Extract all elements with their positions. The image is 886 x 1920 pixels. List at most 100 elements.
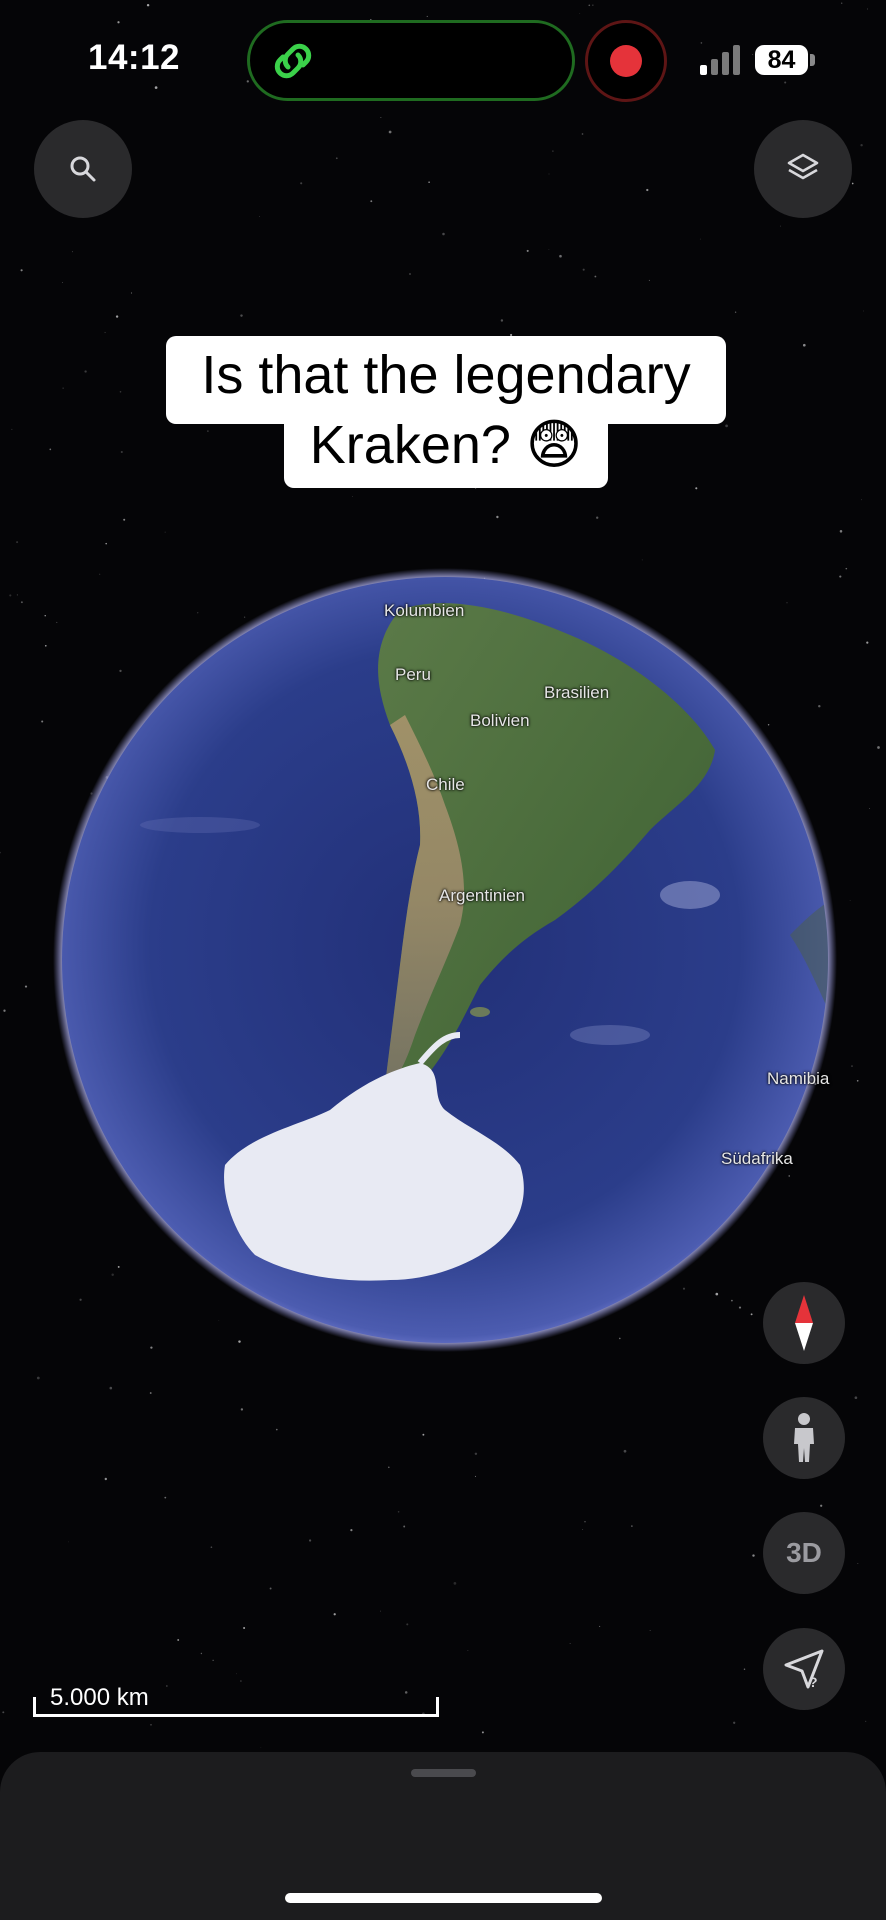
star	[500, 319, 504, 322]
star	[62, 282, 63, 283]
star	[380, 1610, 381, 1612]
star	[20, 601, 23, 604]
star	[866, 641, 869, 644]
search-icon	[70, 156, 96, 182]
star	[388, 130, 392, 134]
label-brasilien[interactable]: Brasilien	[544, 683, 609, 703]
star	[426, 15, 428, 17]
star	[596, 516, 599, 519]
compass-button[interactable]	[763, 1282, 845, 1364]
caption-line-2: Kraken? 😨	[284, 406, 608, 488]
star	[453, 1582, 457, 1585]
screen-recording-indicator[interactable]	[585, 20, 667, 102]
star	[380, 117, 382, 119]
label-chile[interactable]: Chile	[426, 775, 465, 795]
star	[109, 1386, 113, 1390]
star	[820, 1504, 823, 1507]
star	[646, 188, 649, 192]
layers-button[interactable]	[754, 120, 852, 218]
star	[428, 181, 430, 184]
star	[370, 200, 373, 203]
star	[388, 1466, 390, 1469]
star	[839, 530, 843, 533]
star	[9, 594, 12, 597]
sheet-drag-handle[interactable]	[411, 1769, 476, 1777]
record-dot	[610, 45, 642, 77]
star	[526, 249, 529, 252]
star	[856, 1079, 859, 1082]
street-view-button[interactable]	[763, 1397, 845, 1479]
earth-globe[interactable]: Kolumbien Peru Brasilien Bolivien Chile …	[50, 565, 840, 1355]
star	[725, 424, 728, 428]
3d-toggle-button[interactable]: 3D	[763, 1512, 845, 1594]
locate-question-icon: ?	[784, 1649, 824, 1690]
star	[120, 450, 123, 454]
label-suedafrika[interactable]: Südafrika	[721, 1149, 793, 1169]
label-namibia[interactable]: Namibia	[767, 1069, 829, 1089]
star	[146, 3, 150, 7]
my-location-button[interactable]: ?	[763, 1628, 845, 1710]
star	[582, 1528, 584, 1531]
label-peru[interactable]: Peru	[395, 665, 431, 685]
star	[548, 173, 550, 175]
star	[150, 1724, 152, 1726]
star	[164, 531, 166, 533]
star	[164, 1496, 167, 1499]
star	[2, 1711, 5, 1714]
star	[422, 1433, 425, 1436]
search-button[interactable]	[34, 120, 132, 218]
battery-level: 84	[755, 45, 808, 75]
star	[123, 518, 126, 521]
star	[308, 1539, 312, 1542]
star	[235, 1673, 237, 1675]
star	[49, 448, 52, 451]
star	[207, 430, 209, 432]
scale-bar	[33, 1697, 439, 1717]
star	[863, 310, 864, 312]
star	[104, 1477, 107, 1481]
star	[866, 8, 868, 10]
star	[559, 254, 562, 258]
star	[581, 133, 584, 135]
label-argentinien[interactable]: Argentinien	[439, 886, 525, 906]
star	[68, 1541, 69, 1543]
star	[569, 1643, 571, 1644]
star	[584, 1521, 586, 1523]
star	[594, 275, 597, 278]
star	[149, 1392, 152, 1394]
star	[860, 143, 863, 147]
label-kolumbien[interactable]: Kolumbien	[384, 601, 464, 621]
star	[496, 515, 499, 519]
star	[442, 232, 445, 236]
star	[579, 13, 581, 14]
battery-tip	[810, 54, 815, 66]
star	[0, 851, 1, 854]
star	[752, 54, 754, 55]
star	[592, 4, 594, 6]
star	[352, 496, 353, 498]
home-indicator[interactable]	[285, 1893, 602, 1903]
star	[649, 1630, 651, 1631]
star	[44, 644, 47, 647]
star	[117, 21, 120, 24]
star	[695, 487, 698, 490]
compass-icon	[795, 1295, 813, 1351]
star	[474, 1475, 477, 1477]
star	[857, 1562, 859, 1565]
star	[734, 311, 737, 313]
dynamic-island[interactable]	[247, 20, 575, 101]
star	[851, 182, 854, 185]
star	[481, 1731, 484, 1734]
star	[404, 1691, 408, 1694]
star	[548, 249, 550, 250]
star	[802, 343, 806, 347]
star	[41, 720, 44, 723]
star	[409, 273, 411, 275]
star	[240, 314, 243, 317]
label-bolivien[interactable]: Bolivien	[470, 711, 530, 731]
star	[166, 1685, 168, 1687]
star	[841, 2, 843, 4]
star	[240, 1408, 244, 1411]
globe-render	[53, 568, 837, 1352]
star	[84, 370, 87, 373]
